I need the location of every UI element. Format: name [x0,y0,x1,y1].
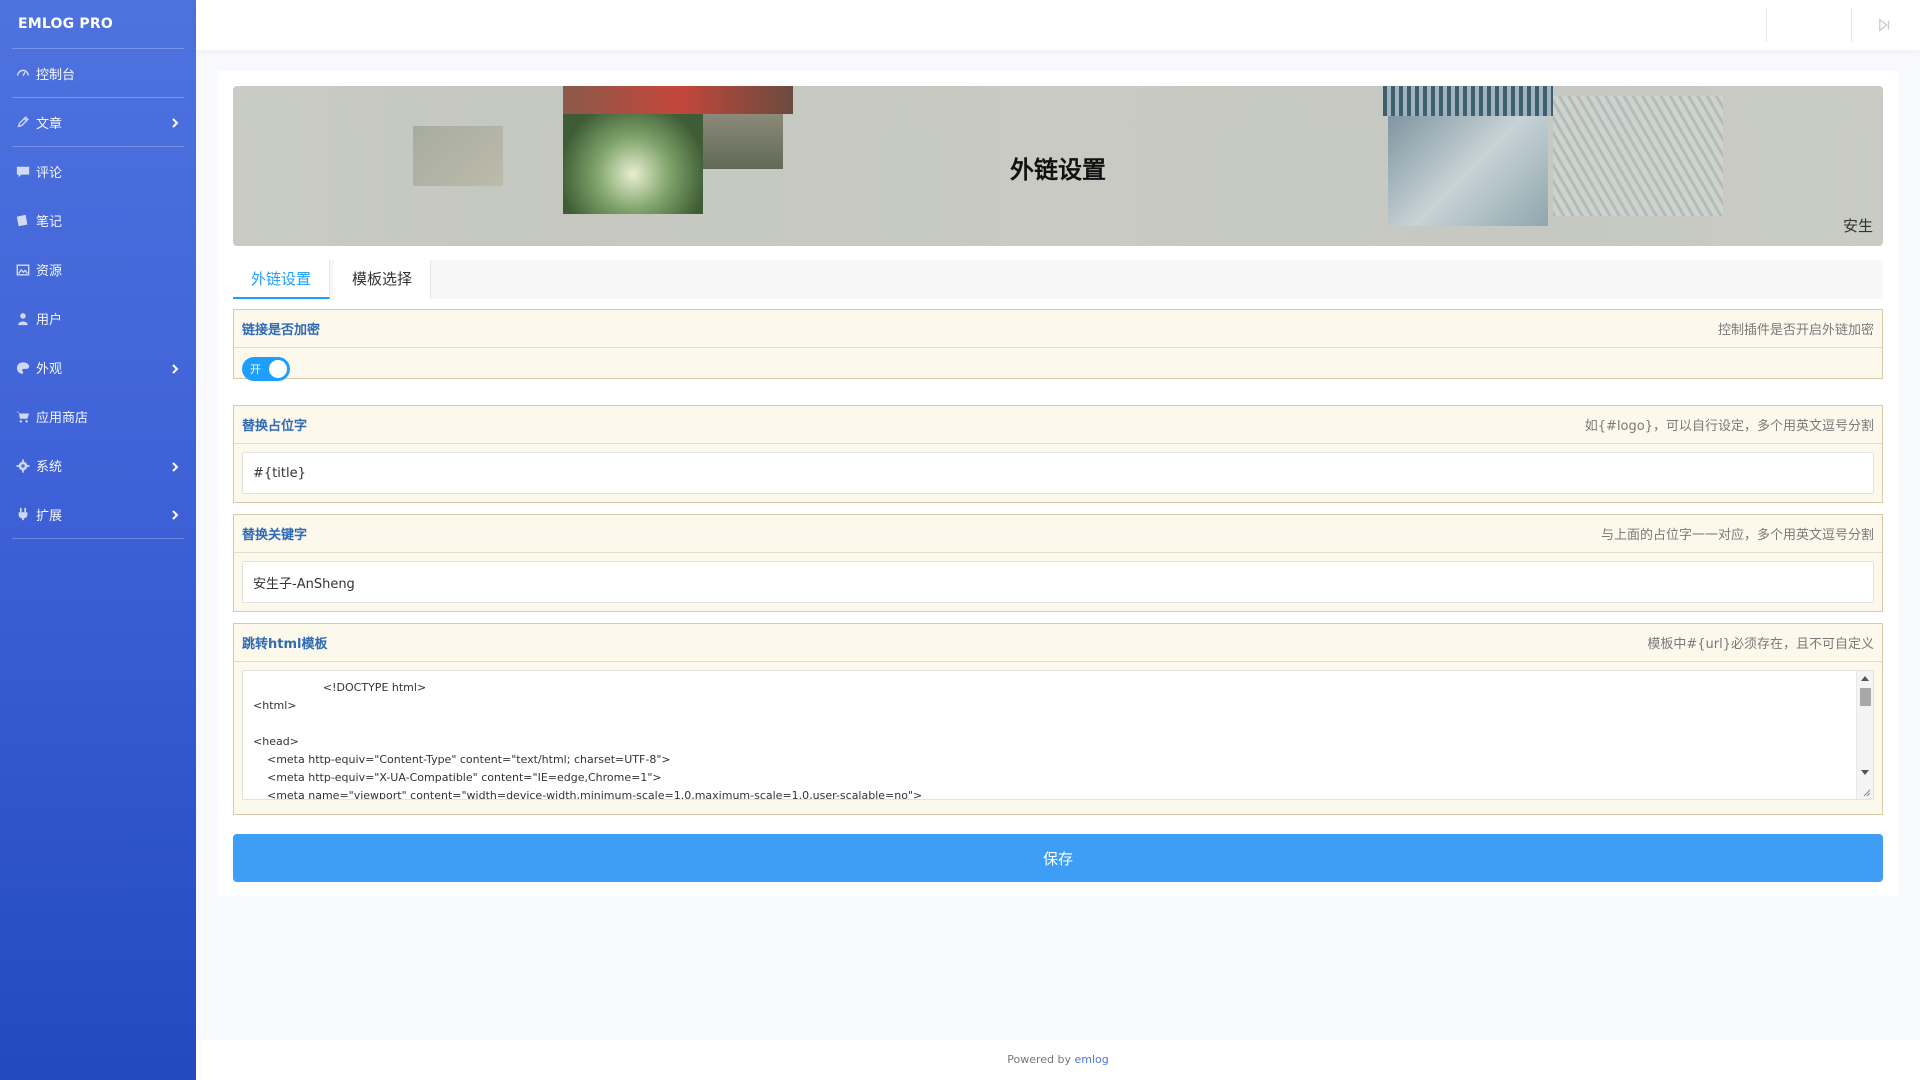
chevron-right-icon [170,117,180,128]
footer-emlog-link[interactable]: emlog [1075,1053,1109,1066]
gear-icon [15,458,31,474]
scroll-thumb[interactable] [1860,688,1871,706]
field-hint: 模板中#{url}必须存在，且不可自定义 [1647,637,1874,652]
note-icon [15,213,31,229]
sidebar-item-notes[interactable]: 笔记 [12,196,184,245]
sidebar-item-resources[interactable]: 资源 [12,245,184,294]
sidebar: EMLOG PRO 控制台 文章 评论 笔记 资源 用户 外观 应用商店 系统 [0,0,196,1080]
field-template: 跳转html模板 模板中#{url}必须存在，且不可自定义 <!DOCTYPE … [233,623,1883,815]
comment-icon [15,164,31,180]
sidebar-item-dashboard[interactable]: 控制台 [12,49,184,98]
tab-template-select[interactable]: 模板选择 [334,260,432,299]
image-icon [15,262,31,278]
sidebar-item-label: 评论 [36,166,63,181]
plug-icon [15,506,31,522]
sidebar-item-users[interactable]: 用户 [12,294,184,343]
field-label: 替换关键字 [242,528,308,543]
pencil-icon [15,114,31,130]
sidebar-item-label: 笔记 [36,215,63,230]
logout-icon[interactable] [1878,17,1894,33]
banner-author: 安生 [1842,217,1873,235]
topbar [196,0,1920,50]
palette-icon [15,360,31,376]
field-hint: 如{#logo}，可以自行设定，多个用英文逗号分割 [1584,419,1874,434]
toggle-label: 开 [250,363,261,376]
sidebar-item-appearance[interactable]: 外观 [12,343,184,392]
field-label: 替换占位字 [242,419,308,434]
sidebar-item-articles[interactable]: 文章 [12,98,184,147]
main-content: 外链设置 安生 外链设置 模板选择 链接是否加密 控制插件是否开启外链加密 开 … [218,71,1898,896]
sidebar-item-extensions[interactable]: 扩展 [12,490,184,539]
sidebar-item-label: 控制台 [36,67,76,83]
field-encrypt: 链接是否加密 控制插件是否开启外链加密 开 [233,309,1883,381]
chevron-right-icon [170,363,180,374]
sidebar-item-label: 系统 [36,460,63,475]
banner-photo [563,86,793,114]
plugin-banner: 外链设置 安生 [233,86,1883,246]
topbar-divider [1851,8,1852,42]
scroll-up-icon[interactable] [1861,676,1869,681]
sidebar-item-label: 资源 [36,264,63,279]
resize-handle-icon[interactable] [1861,787,1871,797]
topbar-divider [1766,8,1767,42]
sidebar-item-label: 用户 [36,313,63,328]
chevron-right-icon [170,509,180,520]
banner-title: 外链设置 [1010,156,1106,184]
textarea-scrollbar[interactable] [1856,671,1873,799]
sidebar-item-app-store[interactable]: 应用商店 [12,392,184,441]
sidebar-item-label: 扩展 [36,508,63,524]
sidebar-item-label: 外观 [36,362,63,377]
sidebar-item-comments[interactable]: 评论 [12,147,184,196]
field-placeholder: 替换占位字 如{#logo}，可以自行设定，多个用英文逗号分割 #{title} [233,405,1883,503]
cart-icon [15,409,31,425]
template-code: <!DOCTYPE html> <html> <head> <meta http… [253,681,923,800]
user-icon [15,311,31,327]
chevron-right-icon [170,461,180,472]
tab-bar: 外链设置 模板选择 [233,260,1883,299]
field-hint: 与上面的占位字一一对应，多个用英文逗号分割 [1600,528,1874,543]
footer-text: Powered by [1007,1053,1075,1066]
placeholder-input[interactable]: #{title} [242,452,1874,494]
sidebar-item-label: 文章 [36,116,63,132]
toggle-knob [269,360,287,378]
tab-link-settings[interactable]: 外链设置 [233,260,331,299]
sidebar-item-system[interactable]: 系统 [12,441,184,490]
banner-photo [1383,86,1553,116]
sidebar-item-label: 应用商店 [36,411,89,426]
footer: Powered by emlog [196,1040,1920,1080]
save-button[interactable]: 保存 [233,834,1883,882]
template-textarea[interactable]: <!DOCTYPE html> <html> <head> <meta http… [242,670,1874,800]
field-hint: 控制插件是否开启外链加密 [1717,323,1874,338]
keyword-input[interactable]: 安生子-AnSheng [242,561,1874,603]
brand-logo[interactable]: EMLOG PRO [12,0,184,49]
dashboard-icon [15,65,31,81]
field-keyword: 替换关键字 与上面的占位字一一对应，多个用英文逗号分割 安生子-AnSheng [233,514,1883,612]
field-label: 跳转html模板 [242,637,328,652]
field-label: 链接是否加密 [242,323,321,338]
scroll-down-icon[interactable] [1861,770,1869,775]
encrypt-toggle[interactable]: 开 [242,357,290,381]
